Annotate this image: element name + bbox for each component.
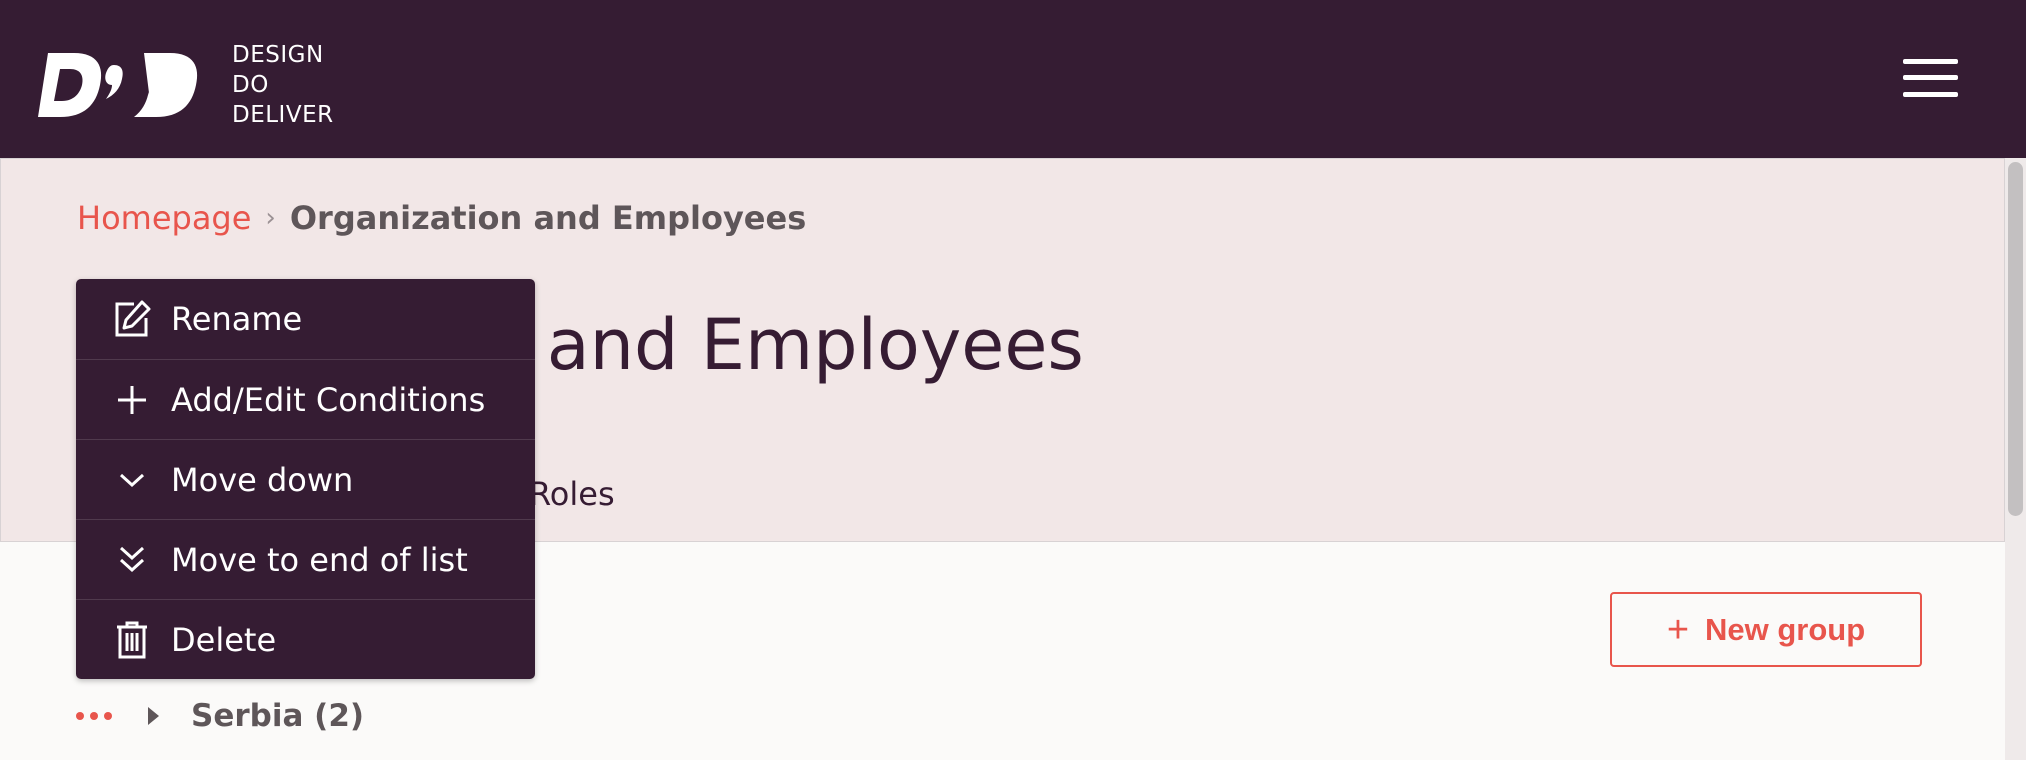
breadcrumb: Homepage › Organization and Employees [77, 199, 806, 237]
more-options-icon[interactable] [76, 712, 112, 720]
hamburger-line [1903, 59, 1958, 64]
new-group-label: New group [1705, 611, 1866, 647]
menu-item-label: Delete [171, 620, 277, 659]
brand-text: DESIGN DO DELIVER [232, 40, 334, 130]
logo[interactable]: DESIGN DO DELIVER [38, 40, 334, 130]
double-chevron-down-icon [111, 539, 153, 581]
scrollbar[interactable] [2005, 158, 2026, 760]
brand-line-1: DESIGN [232, 42, 324, 68]
tab-roles[interactable]: Roles [529, 475, 615, 513]
breadcrumb-home-link[interactable]: Homepage [77, 199, 251, 237]
expand-caret-icon[interactable] [148, 707, 159, 725]
plus-icon: + [1666, 608, 1690, 651]
menu-item-label: Move down [171, 460, 354, 499]
menu-item-label: Add/Edit Conditions [171, 380, 486, 419]
hamburger-line [1903, 92, 1958, 97]
edit-icon [111, 298, 153, 340]
menu-item-move-down[interactable]: Move down [76, 439, 535, 519]
menu-item-label: Rename [171, 300, 303, 338]
menu-item-delete[interactable]: Delete [76, 599, 535, 679]
trash-icon [111, 619, 153, 661]
breadcrumb-separator-icon: › [265, 203, 276, 233]
hamburger-menu-icon[interactable] [1903, 59, 1958, 97]
menu-item-label: Move to end of list [171, 540, 468, 579]
new-group-button[interactable]: + New group [1610, 592, 1922, 667]
hamburger-line [1903, 75, 1958, 80]
group-label[interactable]: Serbia (2) [191, 698, 364, 734]
scrollbar-thumb[interactable] [2008, 162, 2023, 516]
breadcrumb-current: Organization and Employees [289, 199, 807, 237]
group-row: Serbia (2) [76, 696, 364, 736]
plus-icon [111, 379, 153, 421]
top-bar: DESIGN DO DELIVER [0, 0, 2026, 158]
brand-line-2: DO [232, 72, 269, 98]
menu-item-add-edit-conditions[interactable]: Add/Edit Conditions [76, 359, 535, 439]
menu-item-move-to-end[interactable]: Move to end of list [76, 519, 535, 599]
context-menu: Rename Add/Edit Conditions Move down Mov… [76, 279, 535, 679]
ddd-logo-icon [38, 53, 198, 117]
brand-line-3: DELIVER [232, 102, 334, 128]
chevron-down-icon [111, 459, 153, 501]
menu-item-rename[interactable]: Rename [76, 279, 535, 359]
